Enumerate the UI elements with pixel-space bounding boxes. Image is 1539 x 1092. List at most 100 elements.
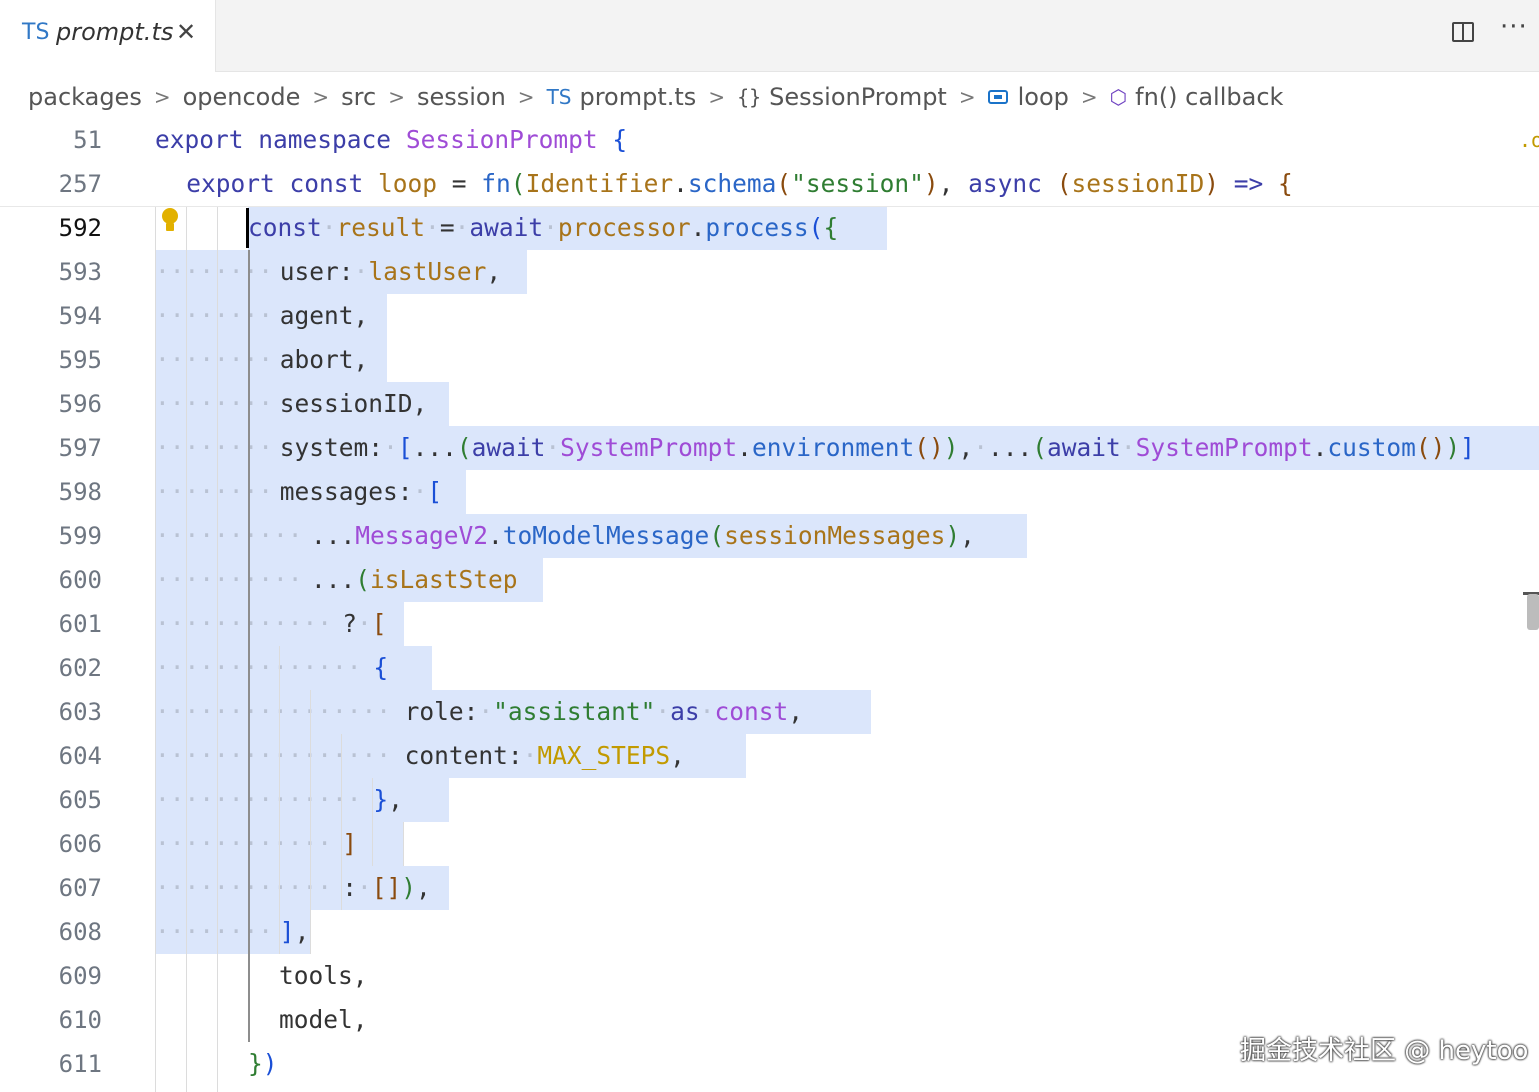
typescript-file-icon: TS — [546, 85, 572, 109]
code-token: custom — [1327, 433, 1416, 462]
code-line[interactable]: ·········· 599 ...MessageV2.toModelMessage… — [0, 514, 1539, 558]
line-number: 257 — [58, 170, 102, 198]
code-text: user:·lastUser, — [280, 250, 501, 294]
breadcrumb-loop[interactable]: loop — [987, 83, 1069, 111]
code-token: ( — [776, 169, 792, 198]
breadcrumb-opencode[interactable]: opencode — [183, 83, 301, 111]
code-line[interactable]: 609 tools, — [0, 954, 1539, 998]
sticky-scroll-header[interactable]: 51 export namespace SessionPrompt {257 exp… — [0, 118, 1539, 207]
code-token: , — [416, 873, 431, 902]
code-line[interactable]: ············ 606] — [0, 822, 1539, 866]
sticky-line[interactable]: 257 export const loop = fn(Identifier.sch… — [0, 162, 1539, 206]
code-token: · — [356, 873, 372, 902]
code-token: , — [486, 257, 502, 286]
code-token: namespace — [258, 125, 392, 154]
code-line[interactable]: ·············· 602{ — [0, 646, 1539, 690]
code-token: ( — [456, 433, 472, 462]
code-token: await — [471, 433, 546, 462]
code-text: }) — [248, 1042, 278, 1086]
code-token: lastUser — [368, 257, 487, 286]
lightbulb-icon[interactable] — [160, 208, 180, 236]
chevron-right-icon: > — [958, 85, 976, 109]
code-text: ...(isLastStep — [311, 558, 518, 602]
code-token: = — [437, 169, 482, 198]
indent-guide — [248, 250, 250, 1042]
code-token: const — [289, 169, 364, 198]
code-line[interactable]: ········ 596 sessionID, — [0, 382, 1539, 426]
code-line[interactable]: ·············· 605}, — [0, 778, 1539, 822]
chevron-right-icon: > — [312, 85, 330, 109]
code-line[interactable]: ················ 603 role:·"assistant"·as·… — [0, 690, 1539, 734]
code-line[interactable]: 592 const·result·=·await·processor.proces… — [0, 206, 1539, 250]
breadcrumb-packages[interactable]: packages — [28, 83, 142, 111]
code-token: ( — [355, 565, 371, 594]
code-token: { — [612, 125, 628, 154]
line-number: 610 — [58, 1006, 102, 1034]
whitespace-dots: ·········· — [155, 521, 303, 550]
code-text: ?·[ — [342, 602, 386, 646]
code-token: ) — [923, 169, 939, 198]
breadcrumb-fn-callback[interactable]: ⬡ fn() callback — [1110, 83, 1284, 111]
indent-guide — [310, 690, 311, 954]
more-actions-icon[interactable]: ··· — [1500, 12, 1528, 42]
code-text: const·result·=·await·processor.process({ — [248, 206, 838, 250]
code-token: ( — [510, 169, 526, 198]
line-number: 597 — [58, 434, 102, 462]
code-token: SystemPrompt — [560, 433, 738, 462]
breadcrumb-session[interactable]: session — [417, 83, 506, 111]
method-cube-icon: ⬡ — [1109, 85, 1128, 109]
code-token: () — [1415, 433, 1446, 462]
code-line[interactable]: ············ 607:·[]), — [0, 866, 1539, 910]
tab-label: prompt.ts — [56, 18, 174, 46]
code-line[interactable]: ········ 595 abort, — [0, 338, 1539, 382]
code-token: export — [155, 125, 244, 154]
code-token: , — [294, 917, 310, 946]
code-token: fn — [481, 169, 511, 198]
code-token: process — [705, 213, 809, 242]
code-line[interactable]: ········ 597 system:·[...(await·SystemProm… — [0, 426, 1539, 470]
whitespace-dots: ·········· — [155, 565, 303, 594]
code-editor[interactable]: 51 export namespace SessionPrompt {257 exp… — [0, 118, 1539, 1092]
breadcrumb-src[interactable]: src — [341, 83, 376, 111]
chevron-right-icon: > — [153, 85, 171, 109]
tab-prompt-ts[interactable]: TS prompt.ts ✕ — [0, 0, 216, 72]
whitespace-dots: ········ — [155, 389, 274, 418]
namespace-icon: {} — [737, 85, 762, 109]
code-token: toModelMessage — [502, 521, 710, 550]
breadcrumb-sessionprompt[interactable]: {} SessionPrompt — [737, 83, 947, 111]
close-icon[interactable]: ✕ — [176, 18, 196, 46]
chevron-right-icon: > — [388, 85, 405, 109]
code-text: ], — [280, 910, 310, 954]
code-line[interactable]: ·········· 600 ...(isLastStep — [0, 558, 1539, 602]
code-line[interactable]: ········ 598 messages:·[ — [0, 470, 1539, 514]
code-line[interactable]: ················ 604 content:·MAX_STEPS, — [0, 734, 1539, 778]
code-token: ( — [1056, 169, 1072, 198]
code-token: { — [1278, 169, 1293, 198]
split-editor-icon[interactable] — [1452, 22, 1474, 42]
code-token: const — [248, 213, 322, 242]
code-token: ... — [412, 433, 457, 462]
code-line[interactable]: ············ 601 ?·[ — [0, 602, 1539, 646]
scrollbar-thumb[interactable] — [1527, 594, 1539, 630]
line-number: 595 — [58, 346, 102, 374]
code-token: ... — [311, 521, 356, 550]
whitespace-dots: ················ — [155, 697, 392, 726]
code-token: sessionID, — [279, 389, 428, 418]
code-token: MessageV2 — [355, 521, 489, 550]
variable-icon — [987, 90, 1008, 104]
line-number: 592 — [58, 214, 102, 242]
sticky-line[interactable]: 51 export namespace SessionPrompt { — [0, 118, 1539, 162]
indent-guide — [186, 206, 187, 1092]
code-line[interactable]: ········ 593 user:·lastUser, — [0, 250, 1539, 294]
code-token: as — [670, 697, 700, 726]
indent-guide — [372, 778, 373, 866]
code-line[interactable]: ········ 594 agent, — [0, 294, 1539, 338]
breadcrumb: packages > opencode > src > session > TS… — [28, 78, 1283, 116]
breadcrumb-prompt-ts[interactable]: TS prompt.ts — [547, 83, 697, 111]
code-line[interactable]: ········ 608], — [0, 910, 1539, 954]
code-text: sessionID, — [280, 382, 428, 426]
minimap-fragment: .o — [1519, 128, 1539, 152]
